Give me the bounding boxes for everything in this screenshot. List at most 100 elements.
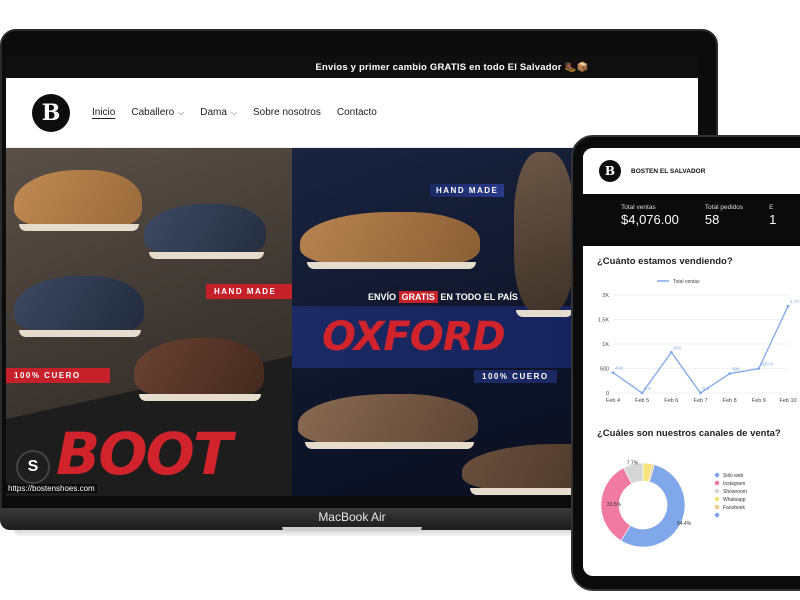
data-label: 416 — [615, 366, 623, 372]
y-tick-label: 500 — [600, 367, 609, 373]
dashboard-brand: BOSTEN EL SALVADOR — [631, 167, 706, 175]
envio-suffix: EN TODO EL PAÍS — [440, 292, 518, 302]
x-tick-label: Feb 6 — [664, 398, 678, 404]
slice-label: 54.4% — [677, 521, 692, 527]
legend-dot — [714, 488, 720, 494]
x-tick-label: Feb 4 — [606, 398, 620, 404]
data-point — [611, 371, 615, 375]
navy-boot-image-2 — [14, 276, 144, 337]
nav-item-dama[interactable]: Dama ⌵ — [200, 107, 237, 118]
channels-donut-chart: 54.4% 33.5% 7.7% Sitio web Instagram Showroom… — [583, 439, 800, 574]
nav-item-sobre-nosotros[interactable]: Sobre nosotros — [253, 107, 321, 118]
data-point — [728, 372, 732, 375]
cuero-tag: 100% CUERO — [474, 370, 557, 383]
kpi-label: Total pedidos — [704, 204, 744, 211]
data-label: 0.0 — [703, 386, 710, 392]
tag-label: 100% CUERO — [482, 372, 549, 381]
nav-label: Dama — [200, 107, 227, 118]
brown-oxford-image — [298, 394, 478, 449]
data-point — [640, 391, 644, 395]
data-point — [757, 367, 761, 370]
x-tick-label: Feb 9 — [752, 398, 766, 404]
y-tick-label: 1.5K — [598, 318, 610, 324]
nav-label: Inicio — [92, 107, 116, 118]
announcement-bar: Envios y primer cambio GRATIS en todo El… — [6, 56, 698, 78]
data-label: 396 — [732, 367, 740, 373]
navy-boot-image — [144, 204, 266, 259]
channels-section-title: ¿Cuáles son nuestros canales de venta? — [597, 428, 781, 439]
tablet-screen: B BOSTEN EL SALVADOR Total ventas $4,076… — [583, 148, 800, 576]
nav-label: Sobre nosotros — [253, 107, 321, 118]
kpi-value: 1 — [769, 212, 777, 227]
line-chart-svg: Total ventas 0 500 1K 1.5K 2K Feb 4 Feb 5 Feb 6 F… — [598, 279, 800, 404]
envio-prefix: ENVÍO — [368, 292, 397, 302]
nav-item-inicio[interactable]: Inicio — [92, 107, 115, 118]
kpi-value: 58 — [704, 212, 720, 227]
envio-gratis-text: ENVÍO GRATIS EN TODO EL PAÍS — [368, 291, 518, 303]
chevron-down-icon: ⌵ — [178, 108, 185, 117]
kpi-total-pedidos: Total pedidos 58 — [705, 204, 743, 246]
legend-dot — [714, 496, 720, 502]
tan-boot-image — [14, 170, 142, 231]
kpi-total-ventas: Total ventas $4,076.00 — [621, 204, 679, 246]
sales-line-chart: Total ventas 0 500 1K 1.5K 2K Feb 4 Feb 5 Feb 6 F… — [583, 267, 800, 422]
oxford-headline: OXFORD — [322, 314, 506, 360]
handmade-tag: HAND MADE — [430, 184, 505, 197]
slice-label: 7.7% — [627, 460, 639, 466]
nav-label: Contacto — [336, 107, 377, 118]
y-tick-label: 0 — [606, 391, 609, 397]
announcement-text: Envios y primer cambio GRATIS en todo El… — [315, 61, 589, 73]
site-logo[interactable]: B — [32, 93, 70, 132]
legend-label: Sitio web — [723, 473, 744, 479]
kpi-label: Total ventas — [621, 204, 656, 211]
boot-headline: BOOT — [56, 420, 232, 488]
nav-label: Caballero — [131, 107, 175, 118]
data-label: 500.0 — [761, 362, 773, 368]
y-tick-label: 2K — [602, 293, 609, 299]
legend-dot — [714, 472, 720, 478]
slice-label: 33.5% — [607, 502, 622, 508]
handmade-tag: HAND MADE — [206, 284, 292, 299]
envio-gratis: GRATIS — [398, 291, 438, 303]
brown-boot-image — [134, 338, 264, 401]
y-tick-label: 1K — [602, 342, 609, 348]
shopify-bag-icon[interactable]: S — [16, 450, 50, 484]
legend-label: Total ventas — [673, 279, 700, 285]
legend-label: Instagram — [723, 481, 745, 487]
cuero-tag: 100% CUERO — [6, 368, 110, 383]
legend-label: Facebook — [723, 505, 745, 511]
data-point — [786, 304, 790, 308]
tag-label: 100% CUERO — [14, 371, 81, 380]
data-label: 1,771.5 — [790, 299, 800, 305]
legend-dot — [714, 480, 720, 486]
data-label: 0.0 — [644, 386, 651, 392]
tag-label: HAND MADE — [436, 186, 499, 195]
legend-dot — [714, 512, 720, 518]
tag-label: HAND MADE — [214, 287, 277, 296]
legend-label: Showroom — [723, 489, 747, 495]
data-label: 831 — [673, 345, 681, 351]
nav-item-caballero[interactable]: Caballero ⌵ — [131, 107, 184, 118]
sales-section-title: ¿Cuánto estamos vendiendo? — [597, 256, 733, 267]
laptop-notch — [282, 527, 422, 531]
x-tick-label: Feb 7 — [693, 398, 707, 404]
data-point — [699, 391, 702, 395]
laptop-model-label: MacBook Air — [318, 510, 386, 524]
brown-oxford-vertical-image — [514, 152, 574, 317]
legend-dot — [714, 504, 720, 510]
site-url: https://bostenshoes.com — [6, 484, 97, 493]
x-tick-label: Feb 8 — [723, 398, 737, 404]
kpi-value: $4,076.00 — [621, 212, 679, 227]
kpi-truncated: E 1 — [769, 204, 776, 246]
donut-chart-svg: 54.4% 33.5% 7.7% Sitio web Instagram Showroom… — [600, 460, 747, 548]
logo-letter: B — [41, 99, 61, 126]
dashboard-logo: B — [599, 160, 621, 182]
mockup-stage: Envios y primer cambio GRATIS en todo El… — [0, 0, 800, 600]
nav-item-contacto[interactable]: Contacto — [337, 107, 377, 118]
main-nav: Inicio Caballero ⌵ Dama ⌵ Sobre nosotros C… — [92, 107, 377, 118]
logo-letter: B — [604, 164, 616, 178]
kpi-label: E — [769, 204, 774, 211]
hero-boot-panel[interactable]: HAND MADE 100% CUERO BOOT S https://bost… — [6, 148, 292, 496]
x-tick-label: Feb 5 — [635, 398, 649, 404]
legend-label: Whatsapp — [723, 497, 746, 503]
